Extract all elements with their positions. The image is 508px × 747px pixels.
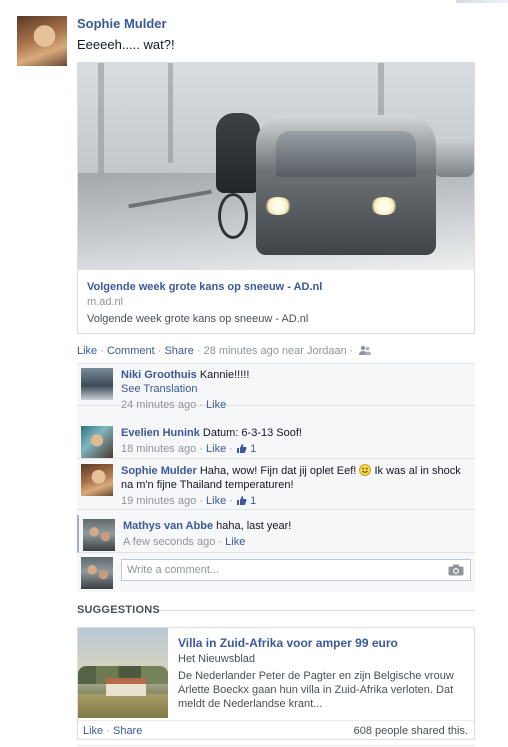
suggestion-image[interactable] xyxy=(78,628,168,718)
comment-like-link[interactable]: Like xyxy=(206,399,226,411)
shared-link-image[interactable] xyxy=(78,63,474,270)
comment-item: Sophie Mulder Haha, wow! Fijn dat jij op… xyxy=(77,460,475,510)
suggestion-title-link[interactable]: Villa in Zuid-Afrika voor amper 99 euro xyxy=(178,636,398,650)
suggestion-actions: Like · Share xyxy=(83,725,142,737)
separator: · xyxy=(199,399,203,411)
separator: · xyxy=(196,345,201,357)
like-link[interactable]: Like xyxy=(77,345,97,357)
commenter-avatar[interactable] xyxy=(83,519,115,551)
comment-item: Niki Groothuis Kannie!!!!! See Translati… xyxy=(77,364,475,411)
bicycle-wheel xyxy=(218,193,248,239)
headlight xyxy=(370,197,398,215)
comment-body: Sophie Mulder Haha, wow! Fijn dat jij op… xyxy=(121,464,469,510)
suggestions-heading: SUGGESTIONS xyxy=(77,604,160,616)
suggestion-share-link[interactable]: Share xyxy=(113,725,142,737)
comment-text: Haha, wow! Fijn dat jij oplet Eef! xyxy=(199,465,357,477)
shared-link-card[interactable]: Volgende week grote kans op sneeuw - AD.… xyxy=(77,62,475,334)
separator: · xyxy=(106,725,110,737)
car-windshield xyxy=(276,131,416,177)
commenter-avatar[interactable] xyxy=(81,426,113,458)
shared-link-domain: m.ad.nl xyxy=(87,296,124,308)
comment-body: Mathys van Abbe haha, last year! A few s… xyxy=(123,519,471,549)
comment-input[interactable] xyxy=(121,559,471,581)
cyclist-figure xyxy=(216,113,260,193)
tree-trunk xyxy=(168,63,173,163)
timestamp[interactable]: 28 minutes ago xyxy=(204,345,279,357)
comment-composer xyxy=(77,554,475,590)
separator: · xyxy=(229,443,233,455)
commenter-avatar[interactable] xyxy=(81,464,113,496)
story-actions: Like · Comment · Share · 28 minutes ago … xyxy=(77,345,371,359)
share-link[interactable]: Share xyxy=(164,345,193,357)
headlight xyxy=(264,197,292,215)
commenter-name-link[interactable]: Evelien Hunink xyxy=(121,427,200,439)
comment-timestamp[interactable]: 18 minutes ago xyxy=(121,443,196,455)
comment-item: Evelien Hunink Datum: 6-3-13 Soof! 18 mi… xyxy=(77,422,475,459)
comment-body: Niki Groothuis Kannie!!!!! See Translati… xyxy=(121,368,469,412)
comment-body: Evelien Hunink Datum: 6-3-13 Soof! 18 mi… xyxy=(121,426,469,458)
thumbs-up-icon[interactable] xyxy=(236,443,247,458)
divider xyxy=(160,610,475,611)
comment-text: Datum: 6-3-13 Soof! xyxy=(202,427,302,439)
suggestion-source: Het Nieuwsblad xyxy=(178,653,256,665)
post-message: Eeeeeh..... wat?! xyxy=(77,37,175,52)
shared-count[interactable]: 608 people shared this. xyxy=(354,725,468,737)
separator: · xyxy=(349,345,354,357)
see-translation-link[interactable]: See Translation xyxy=(121,383,197,395)
field xyxy=(78,694,168,718)
commenter-avatar[interactable] xyxy=(81,368,113,400)
comment-timestamp[interactable]: 19 minutes ago xyxy=(121,495,196,507)
separator: · xyxy=(199,443,203,455)
comment-timestamp[interactable]: A few seconds ago xyxy=(123,536,215,548)
tree-trunk xyxy=(98,63,104,173)
separator: · xyxy=(199,495,203,507)
author-name-link[interactable]: Sophie Mulder xyxy=(77,16,167,31)
shared-link-description: Volgende week grote kans op sneeuw - AD.… xyxy=(87,313,309,325)
distant-car xyxy=(434,137,474,177)
comment-like-link[interactable]: Like xyxy=(206,443,226,455)
comment-like-link[interactable]: Like xyxy=(225,536,245,548)
suggestion-like-link[interactable]: Like xyxy=(83,725,103,737)
thumbs-up-icon[interactable] xyxy=(236,495,247,510)
separator: · xyxy=(229,495,233,507)
author-avatar[interactable] xyxy=(17,16,67,66)
separator: · xyxy=(218,536,223,548)
commenter-name-link[interactable]: Sophie Mulder xyxy=(121,465,197,477)
comment-item: Mathys van Abbe haha, last year! A few s… xyxy=(77,515,475,553)
suggestion-description: De Nederlander Peter de Pagter en zijn B… xyxy=(178,670,454,710)
comment-like-link[interactable]: Like xyxy=(206,495,226,507)
comments-section: Niki Groothuis Kannie!!!!! See Translati… xyxy=(77,363,475,592)
comment-like-count[interactable]: 1 xyxy=(250,443,256,455)
divider xyxy=(77,745,475,746)
shared-link-title[interactable]: Volgende week grote kans op sneeuw - AD.… xyxy=(87,281,322,293)
location-label[interactable]: near Jordaan xyxy=(282,345,347,357)
suggestion-footer: Like · Share 608 people shared this. xyxy=(78,720,474,740)
header-edge xyxy=(456,0,508,3)
comment-link[interactable]: Comment xyxy=(107,345,155,357)
separator: · xyxy=(100,345,104,357)
commenter-name-link[interactable]: Mathys van Abbe xyxy=(123,520,213,532)
separator: · xyxy=(157,345,162,357)
comment-text: Kannie!!!!! xyxy=(199,369,250,381)
comment-text: haha, last year! xyxy=(216,520,292,532)
friends-icon[interactable] xyxy=(358,345,371,359)
comment-like-count[interactable]: 1 xyxy=(250,495,256,507)
viewer-avatar xyxy=(81,557,113,589)
commenter-name-link[interactable]: Niki Groothuis xyxy=(121,369,197,381)
comment-timestamp[interactable]: 24 minutes ago xyxy=(121,399,196,411)
smiley-emoticon-icon xyxy=(359,464,374,477)
suggestion-card[interactable]: Villa in Zuid-Afrika voor amper 99 euro … xyxy=(77,627,475,740)
camera-icon[interactable] xyxy=(448,564,464,579)
villa-house xyxy=(106,678,146,696)
